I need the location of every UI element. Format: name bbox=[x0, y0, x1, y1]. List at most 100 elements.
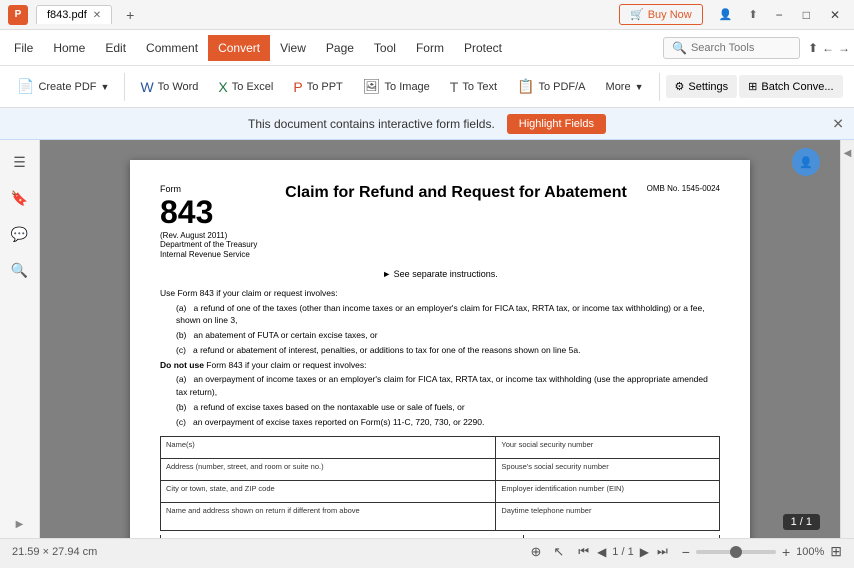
see-instructions: ► See separate instructions. bbox=[160, 269, 720, 279]
phone-field[interactable]: Daytime telephone number bbox=[496, 503, 720, 531]
text-icon: T bbox=[450, 79, 459, 95]
form-title: Claim for Refund and Request for Abateme… bbox=[273, 184, 638, 202]
batch-convert-button[interactable]: ⊞ Batch Conve... bbox=[739, 75, 842, 98]
menu-protect[interactable]: Protect bbox=[454, 35, 512, 61]
menu-tool[interactable]: Tool bbox=[364, 35, 406, 61]
section-row-1-2: 1 Period. Prepare a separate Form 843 fo… bbox=[160, 535, 720, 538]
highlight-fields-button[interactable]: Highlight Fields bbox=[507, 114, 606, 134]
zoom-controls: − + 100% ⊞ bbox=[682, 543, 842, 560]
left-sidebar: ☰ 🔖 💬 🔍 ▶ bbox=[0, 140, 40, 538]
fit-page-button[interactable]: ⊞ bbox=[830, 543, 842, 560]
tab-filename: f843.pdf bbox=[47, 9, 87, 21]
back-icon[interactable]: ← bbox=[822, 41, 834, 55]
maximize-button[interactable]: □ bbox=[797, 6, 816, 24]
form-instructions: Use Form 843 if your claim or request in… bbox=[160, 287, 720, 429]
zoom-slider[interactable] bbox=[696, 550, 776, 554]
search-box[interactable]: 🔍 bbox=[663, 37, 800, 59]
ein-field[interactable]: Employer identification number (EIN) bbox=[496, 481, 720, 503]
close-window-button[interactable]: ✕ bbox=[824, 6, 846, 24]
external-link-icon[interactable]: ⬆ bbox=[808, 41, 818, 55]
tab-close-icon[interactable]: ✕ bbox=[93, 10, 101, 21]
notification-message: This document contains interactive form … bbox=[248, 117, 495, 131]
menu-page[interactable]: Page bbox=[316, 35, 364, 61]
prev-page-button[interactable]: ◀ bbox=[595, 545, 608, 559]
app-logo: P bbox=[8, 5, 28, 25]
sidebar-search-icon[interactable]: 🔍 bbox=[6, 256, 34, 284]
to-pdfa-button[interactable]: 📋 To PDF/A bbox=[508, 73, 595, 100]
next-page-button[interactable]: ▶ bbox=[638, 545, 651, 559]
page-badge: 1 / 1 bbox=[783, 514, 820, 530]
account-icon[interactable]: 👤 bbox=[719, 8, 733, 21]
right-sidebar-collapse[interactable]: ◀ bbox=[840, 140, 854, 538]
user-avatar: 👤 bbox=[792, 148, 820, 176]
sidebar-nav-icon[interactable]: ☰ bbox=[6, 148, 34, 176]
search-input[interactable] bbox=[691, 42, 791, 54]
form-number: 843 bbox=[160, 194, 213, 231]
pdf-page: Form 843 (Rev. August 2011) Department o… bbox=[130, 160, 750, 538]
city-field[interactable]: City or town, state, and ZIP code bbox=[161, 481, 496, 503]
to-excel-button[interactable]: X To Excel bbox=[209, 74, 282, 100]
forward-icon[interactable]: → bbox=[838, 41, 850, 55]
menu-edit[interactable]: Edit bbox=[95, 35, 136, 61]
image-icon: 🖼 bbox=[363, 78, 381, 95]
settings-button[interactable]: ⚙ Settings bbox=[666, 75, 738, 98]
ssn-field[interactable]: Your social security number bbox=[496, 437, 720, 459]
pdfa-icon: 📋 bbox=[517, 78, 534, 95]
to-text-button[interactable]: T To Text bbox=[441, 74, 506, 100]
form-label: Form bbox=[160, 184, 181, 194]
minimize-button[interactable]: − bbox=[770, 6, 789, 24]
title-bar: P f843.pdf ✕ + 🛒 Buy Now 👤 ⬆ − □ ✕ bbox=[0, 0, 854, 30]
more-dropdown-icon: ▼ bbox=[635, 82, 644, 92]
document-tab[interactable]: f843.pdf ✕ bbox=[36, 5, 112, 24]
menu-convert[interactable]: Convert bbox=[208, 35, 270, 61]
dropdown-icon: ▼ bbox=[101, 82, 110, 92]
buy-now-button[interactable]: 🛒 Buy Now bbox=[619, 4, 703, 25]
sidebar-bookmark-icon[interactable]: 🔖 bbox=[6, 184, 34, 212]
use-form-title: Use Form 843 if your claim or request in… bbox=[160, 287, 720, 300]
sidebar-collapse-icon[interactable]: ▶ bbox=[16, 519, 24, 530]
pdf-viewer[interactable]: 👤 Form 843 (Rev. August 2011) Department… bbox=[40, 140, 840, 538]
zoom-thumb[interactable] bbox=[730, 546, 742, 558]
name-field[interactable]: Name(s) bbox=[161, 437, 496, 459]
donotuse-item-b: (b) a refund of excise taxes based on th… bbox=[160, 401, 720, 414]
pointer-tool-icon[interactable]: ↖ bbox=[553, 544, 564, 560]
menu-home[interactable]: Home bbox=[43, 35, 95, 61]
word-icon: W bbox=[140, 79, 153, 95]
page-info: 1 / 1 bbox=[612, 546, 633, 558]
form-header: Form 843 (Rev. August 2011) Department o… bbox=[160, 184, 720, 261]
first-page-button[interactable]: ⏮ bbox=[576, 544, 591, 559]
sidebar-comment-icon[interactable]: 💬 bbox=[6, 220, 34, 248]
menu-comment[interactable]: Comment bbox=[136, 35, 208, 61]
spouse-ssn-field[interactable]: Spouse's social security number bbox=[496, 459, 720, 481]
create-pdf-icon: 📄 bbox=[17, 78, 34, 95]
more-button[interactable]: More ▼ bbox=[597, 76, 653, 98]
use-item-a: (a) a refund of one of the taxes (other … bbox=[160, 302, 720, 328]
name-address-field[interactable]: Name and address shown on return if diff… bbox=[161, 503, 496, 531]
form-dept1: Department of the Treasury bbox=[160, 240, 257, 250]
search-icon: 🔍 bbox=[672, 41, 687, 55]
main-content: ☰ 🔖 💬 🔍 ▶ 👤 Form 843 (Rev. August 2011) … bbox=[0, 140, 854, 538]
separator-2 bbox=[659, 73, 660, 101]
menu-view[interactable]: View bbox=[270, 35, 316, 61]
to-ppt-button[interactable]: P To PPT bbox=[284, 74, 351, 100]
new-tab-button[interactable]: + bbox=[120, 5, 140, 25]
zoom-level: 100% bbox=[796, 546, 824, 558]
to-image-button[interactable]: 🖼 To Image bbox=[354, 73, 439, 100]
address-field[interactable]: Address (number, street, and room or sui… bbox=[161, 459, 496, 481]
cursor-tool-icon[interactable]: ⊕ bbox=[530, 544, 541, 560]
document-dimensions: 21.59 × 27.94 cm bbox=[12, 546, 97, 558]
toolbar: 📄 Create PDF ▼ W To Word X To Excel P To… bbox=[0, 66, 854, 108]
zoom-in-button[interactable]: + bbox=[782, 544, 790, 560]
create-pdf-button[interactable]: 📄 Create PDF ▼ bbox=[8, 73, 118, 100]
zoom-out-button[interactable]: − bbox=[682, 544, 690, 560]
donotuse-item-c: (c) an overpayment of excise taxes repor… bbox=[160, 416, 720, 429]
menu-file[interactable]: File bbox=[4, 35, 43, 61]
to-word-button[interactable]: W To Word bbox=[131, 74, 207, 100]
share-icon[interactable]: ⬆ bbox=[748, 8, 757, 21]
section-1: 1 Period. Prepare a separate Form 843 fo… bbox=[161, 535, 524, 538]
excel-icon: X bbox=[218, 79, 227, 95]
notification-close-icon[interactable]: ✕ bbox=[832, 115, 844, 132]
last-page-button[interactable]: ⏭ bbox=[655, 544, 670, 559]
menu-form[interactable]: Form bbox=[406, 35, 454, 61]
form-dept2: Internal Revenue Service bbox=[160, 250, 250, 260]
